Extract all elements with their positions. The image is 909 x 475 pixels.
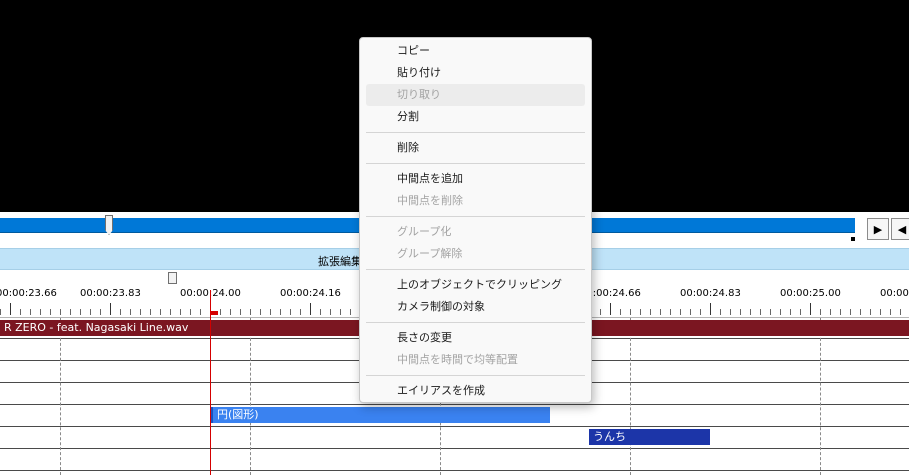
grid-line — [60, 318, 61, 475]
unchi-clip[interactable]: うんち — [589, 429, 710, 445]
menu-separator — [366, 163, 585, 164]
grid-line — [820, 318, 821, 475]
menu-item-distribute-midpoints[interactable]: 中間点を時間で均等配置 — [366, 349, 585, 371]
menu-item-group[interactable]: グループ化 — [366, 221, 585, 243]
menu-item-delete[interactable]: 削除 — [366, 137, 585, 159]
range-start-handle[interactable] — [168, 272, 177, 284]
menu-separator — [366, 132, 585, 133]
ruler-label: 00:00:24.16 — [280, 288, 341, 299]
grid-line — [250, 318, 251, 475]
menu-item-cut[interactable]: 切り取り — [366, 84, 585, 106]
prev-frame-button[interactable]: ◀ — [891, 218, 909, 240]
track-layer[interactable] — [0, 428, 909, 449]
menu-item-camera-target[interactable]: カメラ制御の対象 — [366, 296, 585, 318]
grid-line — [630, 318, 631, 475]
seek-end-marker — [851, 237, 855, 241]
menu-item-ungroup[interactable]: グループ解除 — [366, 243, 585, 265]
menu-item-clip-above[interactable]: 上のオブジェクトでクリッピング — [366, 274, 585, 296]
track-layer[interactable] — [0, 450, 909, 471]
menu-separator — [366, 375, 585, 376]
menu-item-paste[interactable]: 貼り付け — [366, 62, 585, 84]
timeline-title: 拡張編集 — [318, 255, 362, 268]
menu-item-change-length[interactable]: 長さの変更 — [366, 327, 585, 349]
menu-item-create-alias[interactable]: エイリアスを作成 — [366, 380, 585, 402]
ruler-label: 00:00:25.00 — [780, 288, 841, 299]
playhead-marker — [210, 311, 218, 315]
menu-item-remove-midpoint[interactable]: 中間点を削除 — [366, 190, 585, 212]
ruler-label: 00:00:23.66 — [0, 288, 57, 299]
menu-item-copy[interactable]: コピー — [366, 40, 585, 62]
menu-separator — [366, 322, 585, 323]
ruler-label: 00:00:23.83 — [80, 288, 141, 299]
next-frame-button[interactable]: ▶ — [867, 218, 889, 240]
ruler-label: 00:00:24.83 — [680, 288, 741, 299]
menu-item-split[interactable]: 分割 — [366, 106, 585, 128]
circle-shape-clip[interactable]: 円(図形) — [211, 407, 550, 423]
menu-separator — [366, 269, 585, 270]
play-left-icon: ◀ — [897, 222, 907, 236]
playhead[interactable] — [210, 290, 211, 475]
play-right-icon: ▶ — [873, 222, 883, 236]
context-menu: コピー 貼り付け 切り取り 分割 削除 中間点を追加 中間点を削除 グループ化 … — [359, 37, 592, 403]
ruler-label: 00:00:2 — [880, 288, 909, 299]
menu-item-add-midpoint[interactable]: 中間点を追加 — [366, 168, 585, 190]
menu-separator — [366, 216, 585, 217]
